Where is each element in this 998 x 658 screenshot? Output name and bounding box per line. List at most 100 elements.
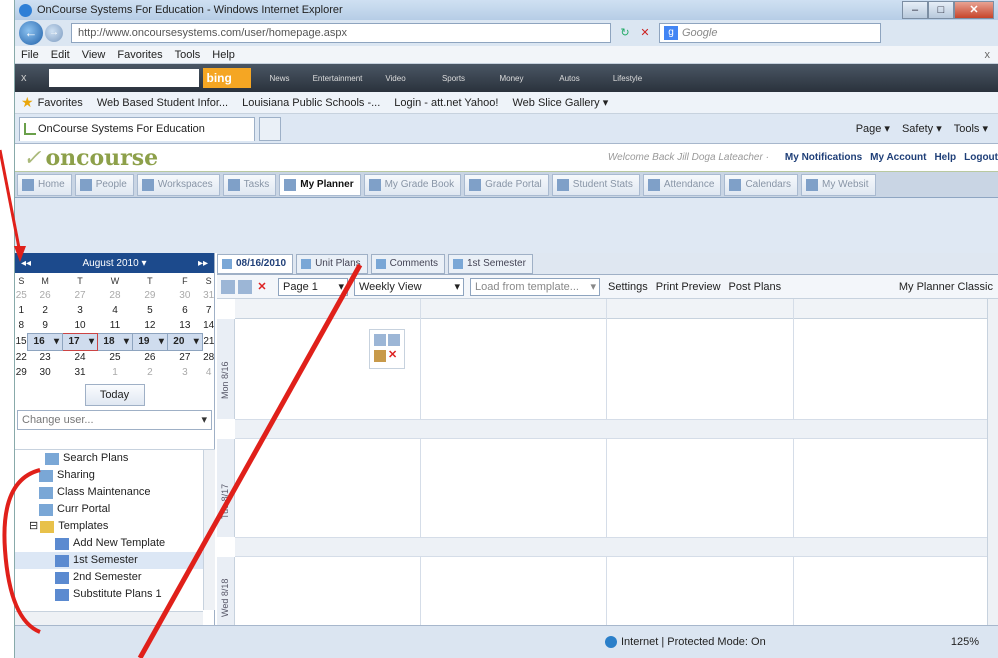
calendar-day[interactable]: 2 — [28, 303, 63, 318]
calendar-day[interactable]: 25 — [15, 288, 28, 303]
tree-item-curr-portal[interactable]: Curr Portal — [15, 501, 215, 518]
calendar-day[interactable]: 11 — [98, 318, 133, 333]
refresh-icon[interactable]: ↻ — [615, 23, 635, 43]
calendar-day[interactable]: 6 — [167, 303, 202, 318]
settings-button[interactable]: Settings — [608, 281, 648, 293]
search-input[interactable]: Google — [659, 23, 881, 43]
bing-video[interactable]: Video — [367, 74, 425, 83]
security-zone[interactable]: Internet | Protected Mode: On — [605, 636, 766, 648]
calendar-day[interactable]: 3 — [167, 365, 202, 380]
minimize-button[interactable]: – — [902, 1, 928, 19]
account-link[interactable]: My Account — [870, 152, 926, 163]
tab-people[interactable]: People — [74, 173, 134, 196]
calendar-day[interactable]: 28 — [202, 350, 215, 365]
safety-menu[interactable]: Safety ▾ — [902, 122, 942, 135]
tab-tasks[interactable]: Tasks — [222, 173, 277, 196]
calendar-day[interactable]: 1 — [98, 365, 133, 380]
calendar-day-today[interactable]: 17 — [62, 332, 99, 351]
calendar-day[interactable]: 28 — [98, 288, 133, 303]
calendar-day[interactable]: 10 — [63, 318, 98, 333]
help-link[interactable]: Help — [934, 152, 956, 163]
bing-search-input[interactable] — [48, 69, 199, 87]
favorite-link-4[interactable]: Web Slice Gallery ▾ — [512, 96, 608, 109]
tree-item-templates[interactable]: ⊟ Templates — [15, 518, 215, 535]
calendar-day[interactable]: 23 — [28, 350, 63, 365]
calendar-day-selected[interactable]: 19 — [131, 332, 168, 351]
calendar-month[interactable]: August 2010 ▾ — [83, 258, 147, 269]
calendar-day[interactable]: 8 — [15, 318, 28, 333]
maximize-button[interactable]: □ — [928, 1, 954, 19]
bing-entertainment[interactable]: Entertainment — [309, 74, 367, 83]
paste-icon[interactable] — [238, 279, 252, 294]
post-plans-button[interactable]: Post Plans — [729, 281, 782, 293]
bing-money[interactable]: Money — [483, 74, 541, 83]
calendar-day[interactable]: 1 — [15, 303, 28, 318]
page-select[interactable]: Page 1 — [278, 277, 348, 296]
calendar-day-selected[interactable]: 16 — [27, 332, 64, 351]
calendar-day[interactable]: 31 — [63, 365, 98, 380]
tree-item-search-plans[interactable]: Search Plans — [15, 450, 215, 467]
calendar-day[interactable]: 5 — [132, 303, 167, 318]
calendar-day[interactable]: 3 — [63, 303, 98, 318]
tab-unit-plans[interactable]: Unit Plans — [296, 253, 368, 274]
calendar-day[interactable]: 4 — [202, 365, 215, 380]
calendar-day[interactable]: 7 — [202, 303, 215, 318]
favorite-link-3[interactable]: Login - att.net Yahoo! — [394, 97, 498, 109]
tab-home[interactable]: Home — [17, 173, 72, 196]
tab-my-planner[interactable]: My Planner — [279, 173, 361, 196]
calendar-day[interactable]: 29 — [132, 288, 167, 303]
address-bar[interactable]: http://www.oncoursesystems.com/user/home… — [71, 23, 611, 43]
zoom-level[interactable]: 125% — [951, 636, 979, 648]
menu-help[interactable]: Help — [212, 49, 235, 61]
page-menu[interactable]: Page ▾ — [856, 122, 890, 135]
tree-item-2nd-semester[interactable]: 2nd Semester — [15, 569, 215, 586]
tab-comments[interactable]: Comments — [370, 253, 445, 274]
calendar-day-selected[interactable]: 18 — [97, 332, 133, 351]
back-button[interactable]: ← — [19, 21, 43, 45]
view-select[interactable]: Weekly View — [354, 277, 464, 296]
tab-1st-semester[interactable]: 1st Semester — [448, 253, 533, 274]
logout-link[interactable]: Logout — [964, 152, 998, 163]
calendar-day-selected[interactable]: 20 — [166, 332, 203, 351]
menu-file[interactable]: File — [21, 49, 39, 61]
calendar-day[interactable]: 22 — [15, 350, 28, 365]
calendar-day[interactable]: 15 — [15, 333, 28, 350]
tab-my-website[interactable]: My Websit — [801, 173, 876, 196]
calendar-day[interactable]: 21 — [202, 333, 215, 350]
tree-horizontal-scrollbar[interactable] — [15, 611, 203, 625]
tree-item-add-template[interactable]: Add New Template — [15, 535, 215, 552]
new-tab-button[interactable] — [259, 116, 281, 141]
tree-item-substitute-plans[interactable]: Substitute Plans 1 — [15, 586, 215, 603]
change-user-select[interactable]: Change user... — [17, 410, 212, 430]
print-preview-button[interactable]: Print Preview — [656, 281, 721, 293]
tab-workspaces[interactable]: Workspaces — [136, 173, 220, 196]
paste-special-icon[interactable] — [374, 350, 386, 362]
bing-lifestyle[interactable]: Lifestyle — [599, 74, 657, 83]
collapse-icon[interactable]: ⊟ — [29, 518, 38, 535]
menu-tools[interactable]: Tools — [175, 49, 201, 61]
favorites-button[interactable]: Favorites — [38, 97, 83, 109]
notifications-link[interactable]: My Notifications — [785, 152, 862, 163]
calendar-day[interactable]: 2 — [132, 365, 167, 380]
delete-icon[interactable]: ✕ — [255, 280, 269, 294]
close-menu-icon[interactable]: x — [985, 49, 991, 61]
forward-button[interactable]: → — [45, 24, 63, 42]
stop-icon[interactable]: ✕ — [635, 23, 655, 43]
tree-item-1st-semester[interactable]: 1st Semester — [15, 552, 215, 569]
tree-item-class-maintenance[interactable]: Class Maintenance — [15, 484, 215, 501]
tree-vertical-scrollbar[interactable] — [203, 450, 215, 610]
close-toolbar-icon[interactable]: x — [21, 72, 27, 84]
classic-planner-link[interactable]: My Planner Classic — [899, 281, 993, 293]
calendar-day[interactable]: 9 — [28, 318, 63, 333]
menu-favorites[interactable]: Favorites — [117, 49, 162, 61]
browser-tab[interactable]: OnCourse Systems For Education — [19, 116, 255, 141]
calendar-day[interactable]: 12 — [132, 318, 167, 333]
next-year-icon[interactable]: ▸▸ — [198, 258, 208, 269]
calendar-day[interactable]: 4 — [98, 303, 133, 318]
bing-autos[interactable]: Autos — [541, 74, 599, 83]
paste-icon[interactable] — [388, 334, 400, 346]
calendar-day[interactable]: 30 — [167, 288, 202, 303]
calendar-day[interactable]: 26 — [28, 288, 63, 303]
calendar-day[interactable]: 13 — [167, 318, 202, 333]
grid-vertical-scrollbar[interactable] — [987, 299, 998, 625]
